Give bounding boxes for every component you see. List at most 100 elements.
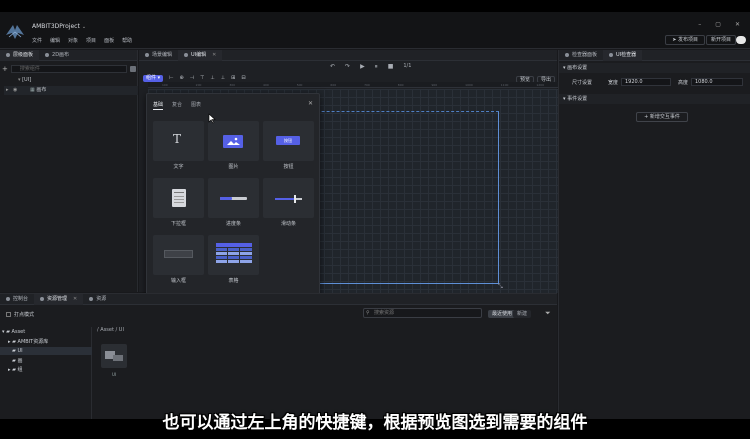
checkbox[interactable] [6, 312, 11, 317]
tab-label: 控制台 [13, 295, 29, 302]
window-controls: – ▢ ✕ [698, 21, 740, 28]
component-label: 按钮 [283, 164, 294, 170]
menu-panel[interactable]: 面板 [104, 37, 114, 44]
maximize-icon[interactable]: ▢ [715, 21, 721, 28]
component-card-text[interactable]: T [153, 121, 204, 161]
new-asset-button[interactable]: 新建 [513, 310, 532, 318]
tab-compound[interactable]: 复合 [172, 101, 182, 110]
redo-icon[interactable]: ↷ [345, 63, 350, 71]
tab-asset-manager[interactable]: 资源管理 ✕ [34, 293, 84, 305]
height-input[interactable]: 1080.0 [691, 78, 743, 86]
ui-inspector-icon [609, 53, 614, 57]
tree-item-ui[interactable]: ▰ UI [0, 347, 92, 355]
align-right-icon[interactable]: ⊣ [190, 75, 194, 81]
section-event-settings[interactable]: ▾ 事件设置 [559, 94, 750, 104]
section-canvas-settings[interactable]: ▾ 画布设置 [559, 63, 750, 73]
pause-icon[interactable]: ⏸ [375, 63, 378, 71]
tab-chart[interactable]: 图表 [191, 101, 201, 110]
align-left-icon[interactable]: ⊢ [169, 75, 173, 81]
project-name[interactable]: AMBIT3DProject ⌄ [32, 23, 86, 30]
undo-icon[interactable]: ↶ [330, 63, 335, 71]
section-title: 事件设置 [567, 96, 588, 102]
scene-icon [145, 53, 149, 57]
component-card-progress[interactable] [208, 178, 259, 218]
align-middle-icon[interactable]: ⊥ [210, 75, 214, 81]
dot-mode-toggle[interactable]: 打点模式 [6, 311, 34, 318]
tab-basic[interactable]: 基础 [153, 101, 164, 110]
tree-item-folder[interactable]: ▰ 画 [12, 357, 22, 364]
component-card-dropdown[interactable] [153, 178, 204, 218]
play-icon[interactable]: ▶ [360, 63, 365, 71]
caret-right-icon: ▸ [6, 87, 9, 93]
tree-label: 组 [17, 367, 23, 373]
menu-object[interactable]: 对象 [68, 37, 78, 44]
distribute-icon[interactable]: ⊞ [231, 75, 235, 81]
distribute-vertical-icon[interactable]: ⊟ [241, 75, 245, 81]
minimize-icon[interactable]: – [698, 21, 701, 28]
text-icon: T [173, 132, 182, 146]
tree-item-group[interactable]: ▸ ▰ 组 [8, 366, 23, 373]
tab-2d-canvas[interactable]: 2D画布 [39, 50, 75, 61]
tree-item-ambit-library[interactable]: ▸ ▰ AMBIT资源库 [8, 338, 48, 345]
filter-icon[interactable] [130, 65, 136, 72]
component-button[interactable]: 组件 ▾ [143, 74, 164, 82]
add-event-button[interactable]: + 新增交互事件 [636, 112, 688, 122]
component-card-button[interactable]: 按钮 [263, 121, 314, 161]
recent-button[interactable]: 最近使用 [488, 310, 517, 318]
resize-handle-icon[interactable]: ⤡ [498, 283, 503, 291]
component-card-slider[interactable] [263, 178, 314, 218]
align-center-icon[interactable]: ⊕ [179, 75, 183, 81]
stop-icon[interactable]: ■ [388, 63, 394, 71]
align-bottom-icon[interactable]: ⊥ [221, 75, 225, 81]
component-card-table[interactable] [208, 235, 259, 275]
close-icon[interactable]: ✕ [735, 21, 740, 28]
title-bar: AMBIT3DProject ⌄ 文件 编辑 对象 项目 面板 帮助 – ▢ ✕ … [0, 12, 750, 49]
add-icon[interactable]: + [2, 65, 8, 73]
ruler-tick: 100 [161, 83, 168, 87]
width-label: 宽度 [608, 80, 619, 86]
editor-tabbar: 场景编辑 UI编辑 ✕ [139, 49, 557, 61]
tree-item-asset[interactable]: ▾ ▰ Asset [2, 329, 25, 335]
tab-scene-editor[interactable]: 场景编辑 [139, 50, 178, 61]
eye-icon[interactable]: ◉ [13, 86, 17, 95]
component-card-input[interactable] [153, 235, 204, 275]
filter-icon[interactable]: ⏷ [545, 309, 551, 318]
tab-ui-inspector[interactable]: UI检查器 [603, 49, 643, 61]
button-icon: 按钮 [276, 136, 300, 145]
tab-label: UI编辑 [191, 51, 207, 58]
menu-edit[interactable]: 编辑 [50, 37, 60, 44]
asset-search-input[interactable]: ⚲ 搜索资源 [363, 308, 482, 318]
hierarchy-search-input[interactable]: 搜索组件 [10, 64, 127, 73]
hierarchy-panel: 层级面板 2D画布 + 搜索组件 ▾ [UI] ▸ ◉ ▦ 画布 [0, 49, 138, 292]
component-button-label: 组件 [146, 74, 157, 81]
ruler-tick: 600 [330, 83, 337, 87]
tab-label: 场景编辑 [152, 51, 173, 58]
component-card-image[interactable] [208, 121, 259, 161]
tab-assets[interactable]: 资源 [83, 294, 112, 305]
popup-close-icon[interactable]: ✕ [308, 100, 313, 107]
theme-toggle[interactable] [736, 36, 746, 44]
ambit-logo [6, 25, 24, 39]
asset-file-ui[interactable] [101, 344, 127, 368]
tab-ui-editor[interactable]: UI编辑 ✕ [178, 49, 223, 61]
tree-item-canvas[interactable]: ▸ ◉ ▦ 画布 [4, 86, 138, 95]
publish-button[interactable]: ➤ 发布项目 [665, 35, 705, 45]
width-input[interactable]: 1920.0 [621, 78, 671, 86]
close-tab-icon[interactable]: ✕ [212, 50, 216, 61]
ruler-tick: 500 [296, 83, 303, 87]
close-tab-icon[interactable]: ✕ [73, 294, 77, 305]
editor-window: AMBIT3DProject ⌄ 文件 编辑 对象 项目 面板 帮助 – ▢ ✕ … [0, 12, 750, 419]
tab-hierarchy[interactable]: 层级面板 [0, 49, 40, 61]
component-label: 滑动条 [280, 221, 296, 227]
menu-file[interactable]: 文件 [32, 37, 42, 44]
tab-inspector[interactable]: 检查器面板 [559, 50, 603, 61]
new-project-button[interactable]: 新开项目 [705, 35, 736, 45]
menu-project[interactable]: 项目 [86, 37, 96, 44]
tree-item-ui-root[interactable]: ▾ [UI] [18, 76, 31, 85]
menu-help[interactable]: 帮助 [122, 37, 132, 44]
align-top-icon[interactable]: ⊤ [200, 75, 204, 81]
progress-icon [220, 197, 247, 200]
new-project-label: 新开项目 [710, 37, 731, 43]
ui-icon [184, 53, 189, 57]
tab-console[interactable]: 控制台 [0, 294, 34, 305]
